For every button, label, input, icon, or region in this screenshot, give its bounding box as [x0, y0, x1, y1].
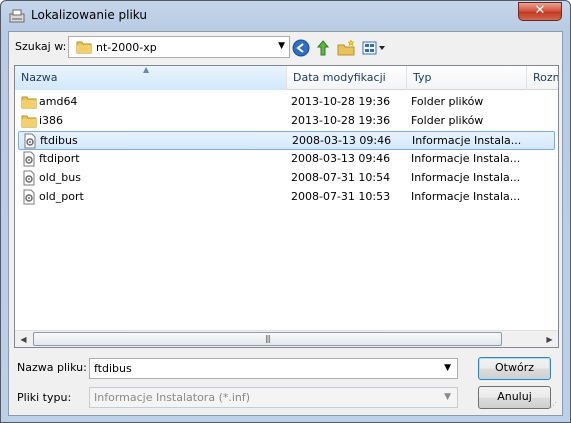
item-type: Informacje Instala... [411, 152, 521, 165]
cancel-button[interactable]: Anuluj [478, 386, 551, 409]
dialog-body: Szukaj w: nt-2000-xp ▼ ▲ Nazwa Data mody… [8, 31, 563, 416]
close-button[interactable]: ✕ [518, 2, 562, 21]
dialog-title: Lokalizowanie pliku [31, 8, 147, 22]
look-in-value: nt-2000-xp [96, 41, 157, 54]
list-item[interactable]: old_bus 2008-07-31 10:54 Informacje Instal… [18, 169, 555, 188]
folder-icon [76, 41, 92, 54]
setup-information-file-icon [23, 151, 35, 167]
file-list[interactable]: ▲ Nazwa Data modyfikacji Typ Rozn amd64 2… [14, 65, 559, 348]
open-button[interactable]: Otwórz [478, 357, 551, 380]
column-header-type[interactable]: Typ [407, 66, 527, 90]
item-type: Informacje Instala... [411, 171, 521, 184]
item-type: Informacje Instala... [412, 134, 522, 147]
folder-icon [21, 96, 37, 109]
scroll-thumb[interactable]: ||| [33, 332, 502, 346]
item-name: old_port [39, 190, 84, 203]
item-date: 2013-10-28 19:36 [291, 114, 391, 127]
resize-grip-icon[interactable]: ⋰ [550, 402, 560, 413]
item-name: old_bus [39, 171, 81, 184]
chevron-down-icon[interactable]: ▼ [278, 41, 285, 51]
filename-input[interactable]: ftdibus ▼ [89, 358, 458, 379]
back-icon[interactable] [292, 39, 310, 57]
chevron-down-icon[interactable]: ▼ [444, 363, 451, 373]
item-name: ftdiport [39, 152, 80, 165]
sort-ascending-icon: ▲ [143, 65, 150, 74]
column-header-size[interactable]: Rozn [527, 66, 558, 90]
up-folder-icon[interactable] [314, 39, 332, 57]
list-header: ▲ Nazwa Data modyfikacji Typ Rozn [15, 66, 558, 90]
setup-information-file-icon [24, 133, 36, 149]
filetype-dropdown: Informacje Instalatora (*.inf) ▼ [89, 387, 458, 408]
views-menu-icon[interactable] [361, 39, 387, 57]
title-bar[interactable]: Lokalizowanie pliku ✕ [1, 1, 570, 31]
look-in-dropdown[interactable]: nt-2000-xp ▼ [68, 36, 290, 58]
filetype-value: Informacje Instalatora (*.inf) [94, 391, 251, 404]
item-date: 2008-07-31 10:53 [291, 190, 391, 203]
list-item[interactable]: ftdibus 2008-03-13 09:46 Informacje Instal… [18, 131, 555, 150]
new-folder-icon[interactable] [337, 39, 355, 57]
look-in-label: Szukaj w: [15, 40, 67, 53]
item-type: Folder plików [411, 95, 484, 108]
item-name: ftdibus [40, 134, 78, 147]
file-open-dialog: Lokalizowanie pliku ✕ Szukaj w: nt-2000-… [0, 0, 571, 423]
filetype-label: Pliki typu: [17, 391, 72, 404]
setup-information-file-icon [23, 189, 35, 205]
item-type: Folder plików [411, 114, 484, 127]
folder-icon [21, 115, 37, 128]
horizontal-scrollbar[interactable]: ◀ ||| ▶ [15, 330, 558, 347]
item-date: 2008-03-13 09:46 [291, 152, 391, 165]
scroll-right-icon[interactable]: ▶ [541, 331, 558, 347]
filename-value: ftdibus [94, 362, 132, 375]
scroll-left-icon[interactable]: ◀ [15, 331, 32, 347]
filename-label: Nazwa pliku: [17, 361, 87, 374]
item-date: 2008-07-31 10:54 [291, 171, 391, 184]
list-item[interactable]: old_port 2008-07-31 10:53 Informacje Insta… [18, 188, 555, 207]
item-date: 2008-03-13 09:46 [292, 134, 392, 147]
item-type: Informacje Instala... [411, 190, 521, 203]
item-name: amd64 [39, 95, 78, 108]
list-item[interactable]: ftdiport 2008-03-13 09:46 Informacje Insta… [18, 150, 555, 169]
list-item[interactable]: i386 2013-10-28 19:36 Folder plików [18, 112, 555, 131]
chevron-down-icon: ▼ [444, 392, 451, 402]
item-name: i386 [39, 114, 64, 127]
column-header-date[interactable]: Data modyfikacji [287, 66, 407, 90]
app-icon [9, 9, 25, 23]
column-header-name[interactable]: ▲ Nazwa [15, 66, 287, 90]
list-item[interactable]: amd64 2013-10-28 19:36 Folder plików [18, 93, 555, 112]
item-date: 2013-10-28 19:36 [291, 95, 391, 108]
setup-information-file-icon [23, 170, 35, 186]
